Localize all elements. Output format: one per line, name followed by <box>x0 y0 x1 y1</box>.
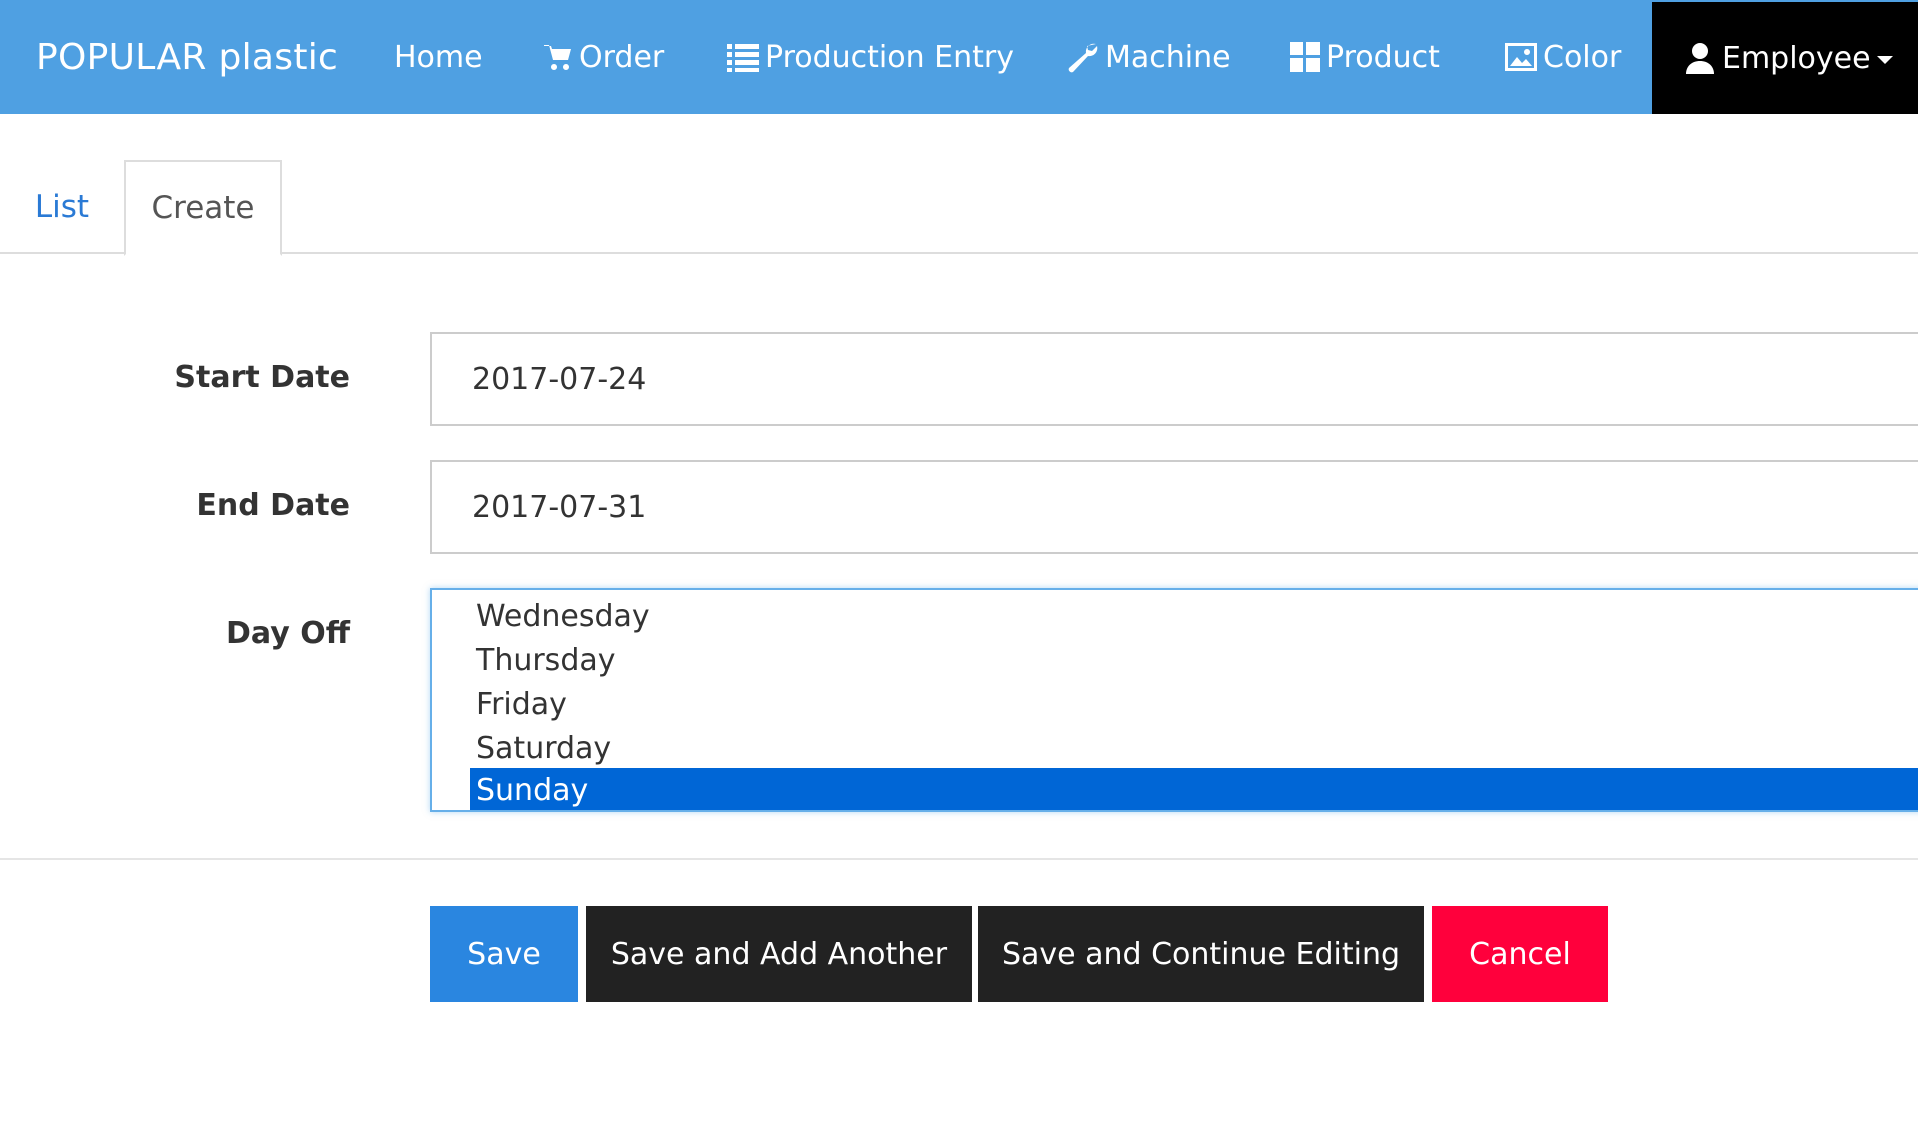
cart-icon <box>543 42 573 72</box>
nav-order-label: Order <box>579 39 665 75</box>
save-button[interactable]: Save <box>430 906 578 1002</box>
nav-product-label: Product <box>1326 39 1440 75</box>
user-icon <box>1684 42 1716 74</box>
option-sunday[interactable]: Sunday <box>470 768 1918 810</box>
tab-create[interactable]: Create <box>124 160 282 256</box>
option-thursday[interactable]: Thursday <box>470 638 1918 682</box>
option-wednesday[interactable]: Wednesday <box>470 594 1918 638</box>
grid-icon <box>1290 42 1320 72</box>
chevron-down-icon <box>1876 56 1893 64</box>
end-date-input[interactable]: 2017-07-31 <box>430 460 1918 554</box>
list-icon <box>727 42 759 72</box>
form-divider <box>0 858 1918 860</box>
nav-employee-dropdown[interactable]: Employee <box>1652 2 1918 114</box>
picture-icon <box>1505 43 1537 71</box>
tab-list[interactable]: List <box>0 160 124 254</box>
nav-color-label: Color <box>1543 39 1622 75</box>
nav-product[interactable]: Product <box>1290 0 1440 114</box>
nav-production-entry-label: Production Entry <box>765 39 1014 75</box>
top-navbar: POPULAR plastic Home Order Production En… <box>0 0 1918 114</box>
brand-logo[interactable]: POPULAR plastic <box>36 37 394 78</box>
nav-employee-label: Employee <box>1722 40 1871 76</box>
option-friday[interactable]: Friday <box>470 682 1918 726</box>
day-off-label: Day Off <box>225 616 350 651</box>
save-and-continue-editing-button[interactable]: Save and Continue Editing <box>978 906 1424 1002</box>
nav-production-entry[interactable]: Production Entry <box>727 0 1014 114</box>
start-date-label: Start Date <box>174 360 350 395</box>
save-and-add-another-button[interactable]: Save and Add Another <box>586 906 972 1002</box>
nav-home-label: Home <box>394 39 483 75</box>
start-date-input[interactable]: 2017-07-24 <box>430 332 1918 426</box>
day-off-listbox[interactable]: Wednesday Thursday Friday Saturday Sunda… <box>430 588 1918 812</box>
end-date-label: End Date <box>196 488 350 523</box>
wrench-icon <box>1067 41 1099 73</box>
nav-color[interactable]: Color <box>1505 0 1621 114</box>
option-saturday[interactable]: Saturday <box>470 726 1918 770</box>
tab-bar: List Create <box>0 160 1918 256</box>
nav-order[interactable]: Order <box>543 0 664 114</box>
cancel-button[interactable]: Cancel <box>1432 906 1608 1002</box>
nav-machine[interactable]: Machine <box>1067 0 1231 114</box>
nav-home[interactable]: Home <box>394 0 483 114</box>
nav-machine-label: Machine <box>1105 39 1231 75</box>
